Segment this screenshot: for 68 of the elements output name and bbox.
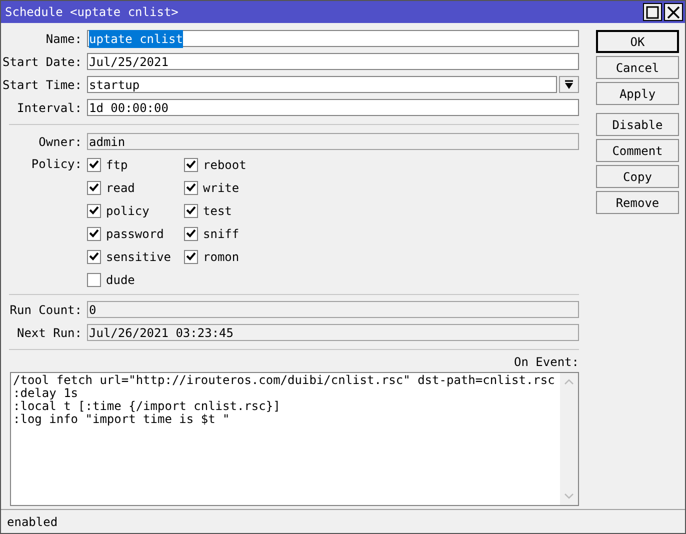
checkbox-label: sensitive: [106, 248, 172, 266]
input-field[interactable]: 1d 00:00:00: [87, 99, 579, 116]
checkbox[interactable]: [184, 226, 198, 240]
checkbox-label: policy: [106, 202, 150, 220]
checkmark-icon: [186, 160, 196, 169]
dropdown-arrow-icon: [564, 80, 574, 90]
maximize-button[interactable]: [643, 3, 662, 21]
code-line: :log info "import time is $t ": [13, 413, 231, 426]
input-field[interactable]: uptate cnlist: [87, 30, 579, 47]
checkbox[interactable]: [87, 180, 101, 194]
dropdown-button[interactable]: [559, 76, 579, 93]
close-icon: [667, 6, 680, 18]
checkbox-label: romon: [203, 248, 240, 266]
field-label: Name:: [44, 30, 83, 48]
readonly-field: Jul/26/2021 03:23:45: [87, 324, 579, 341]
field-label: Owner:: [38, 134, 83, 150]
checkmark-icon: [89, 229, 99, 238]
script-editor[interactable]: /tool fetch url="http://irouteros.com/duibi/cnlist.rsc" dst-path=cnlist.rsc :delay 1s :local t [:time {/import cnlist.rsc}] :log info "import time is $t ": [10, 372, 579, 506]
code-line: /tool fetch url="http://irouteros.com/duibi/cnlist.rsc" dst-path=cnlist.rsc: [13, 374, 556, 387]
checkmark-icon: [89, 206, 99, 215]
checkbox-label: ftp: [106, 156, 128, 174]
checkbox[interactable]: [87, 158, 101, 172]
action-button[interactable]: Apply: [596, 82, 679, 105]
checkbox-label: password: [106, 226, 164, 242]
readonly-field: 0: [87, 301, 579, 318]
checkbox[interactable]: [184, 204, 198, 218]
checkbox[interactable]: [87, 272, 101, 286]
code-line: :local t [:time {/import cnlist.rsc}]: [13, 400, 282, 413]
checkmark-icon: [186, 206, 196, 215]
action-button[interactable]: Disable: [596, 113, 679, 136]
checkbox[interactable]: [87, 226, 101, 240]
field-label: Start Time:: [2, 76, 83, 94]
field-label: Start Date:: [2, 54, 83, 70]
code-line: :delay 1s: [13, 387, 80, 400]
checkbox-label: write: [203, 180, 240, 196]
checkbox[interactable]: [87, 204, 101, 218]
checkbox-label: read: [106, 180, 135, 196]
maximize-icon: [646, 6, 659, 18]
field-label: Run Count:: [8, 302, 83, 318]
action-button[interactable]: Cancel: [596, 56, 679, 79]
checkmark-icon: [186, 252, 196, 261]
checkbox-label: dude: [106, 272, 135, 288]
checkmark-icon: [89, 252, 99, 261]
close-button[interactable]: [664, 3, 683, 21]
field-label: Policy:: [30, 156, 83, 173]
field-label: Next Run:: [16, 324, 83, 342]
checkmark-icon: [89, 160, 99, 169]
checkmark-icon: [186, 183, 196, 192]
action-button[interactable]: Copy: [596, 165, 679, 188]
checkbox-label: test: [203, 202, 232, 220]
checkmark-icon: [186, 229, 196, 238]
status-text: enabled: [7, 514, 58, 530]
on-event-label: On Event:: [514, 354, 579, 370]
checkbox[interactable]: [184, 180, 198, 194]
input-field[interactable]: Jul/25/2021: [87, 53, 579, 70]
checkmark-icon: [89, 183, 99, 192]
checkbox-label: sniff: [203, 226, 240, 242]
checkbox[interactable]: [184, 158, 198, 172]
action-button[interactable]: OK: [596, 30, 679, 53]
action-button[interactable]: Comment: [596, 139, 679, 162]
input-field[interactable]: startup: [87, 76, 557, 93]
checkbox-label: reboot: [203, 156, 246, 174]
checkbox[interactable]: [87, 250, 101, 264]
checkbox[interactable]: [184, 250, 198, 264]
window-title: Schedule <uptate cnlist>: [5, 4, 178, 21]
readonly-field: admin: [87, 133, 579, 150]
action-button[interactable]: Remove: [596, 191, 679, 214]
field-label: Interval:: [16, 100, 83, 116]
